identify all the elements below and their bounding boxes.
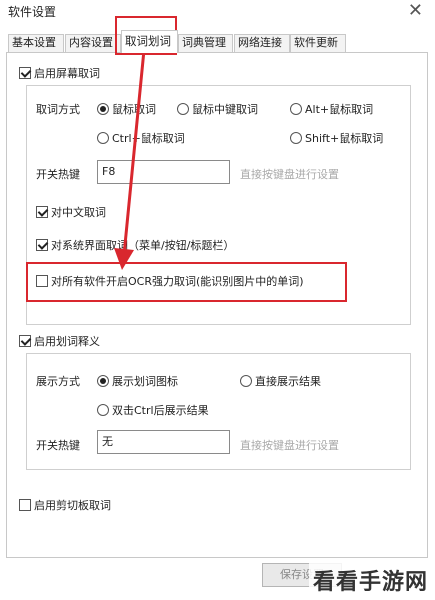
radio-double-ctrl[interactable]: 双击Ctrl后展示结果 <box>97 402 209 418</box>
watermark: 看看手游网 <box>308 562 432 598</box>
radio-show-result[interactable]: 直接展示结果 <box>240 373 321 389</box>
translate-hotkey-hint: 直接按键盘进行设置 <box>240 439 339 452</box>
enable-selection-translate-checkbox[interactable]: 启用划词释义 <box>19 333 100 349</box>
radio-show-icon[interactable]: 展示划词图标 <box>97 373 178 389</box>
enable-clipboard-capture-checkbox[interactable]: 启用剪切板取词 <box>19 497 111 513</box>
tab-word-capture[interactable]: 取词划词 <box>121 30 178 53</box>
display-mode-label: 展示方式 <box>36 375 80 388</box>
translate-hotkey-label: 开关热键 <box>36 439 80 452</box>
translate-hotkey-input[interactable]: 无 <box>97 430 230 454</box>
